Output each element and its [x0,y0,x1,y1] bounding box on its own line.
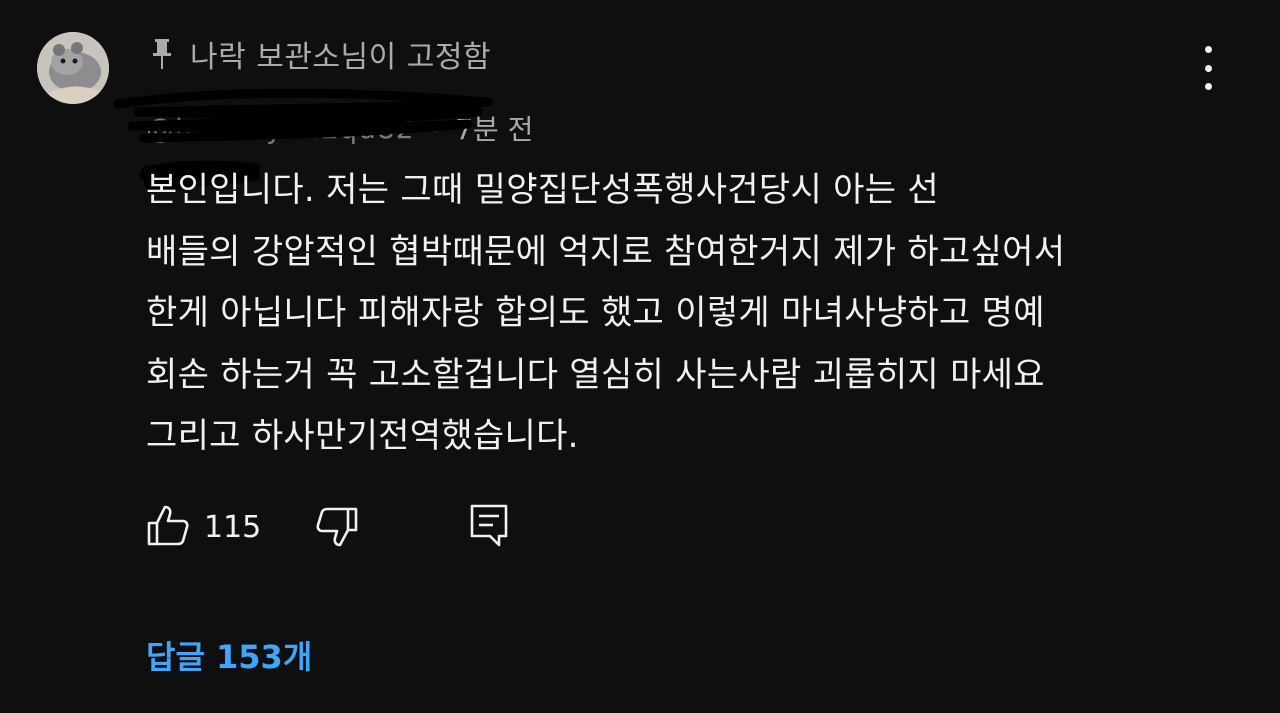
more-vert-icon-dot [1204,64,1212,72]
like-button[interactable]: 115 [146,503,261,551]
avatar[interactable] [37,32,109,104]
author-handle[interactable]: @inse...yen2qd82 [146,112,415,145]
view-replies-button[interactable]: 답글 153개 [146,632,312,678]
pinned-indicator: 나락 보관소님이 고정함 [150,34,492,75]
meta-separator: • [426,111,444,145]
comment-thread: 나락 보관소님이 고정함 @inse...yen2qd82 • 7분 전 본인입… [0,0,1280,713]
comment-actions: 115 [146,502,509,552]
reply-icon [469,503,509,551]
comment-text: 본인입니다. 저는 그때 밀양집단성폭행사건당시 아는 선 배들의 강압적인 협… [146,170,1066,456]
pinned-label: 나락 보관소님이 고정함 [190,40,492,75]
author-row: @inse...yen2qd82 • 7분 전 [146,108,533,148]
dislike-button[interactable] [315,503,359,551]
more-vert-icon-dot [1204,83,1212,90]
thumbs-up-icon [146,503,190,551]
more-options-button[interactable] [1188,46,1228,90]
reply-button[interactable] [469,503,509,551]
comment-timestamp[interactable]: 7분 전 [455,108,533,148]
more-vert-icon-dot [1204,46,1212,53]
like-count: 115 [204,509,262,545]
thumbs-down-icon [315,503,359,551]
pin-icon [150,37,174,71]
